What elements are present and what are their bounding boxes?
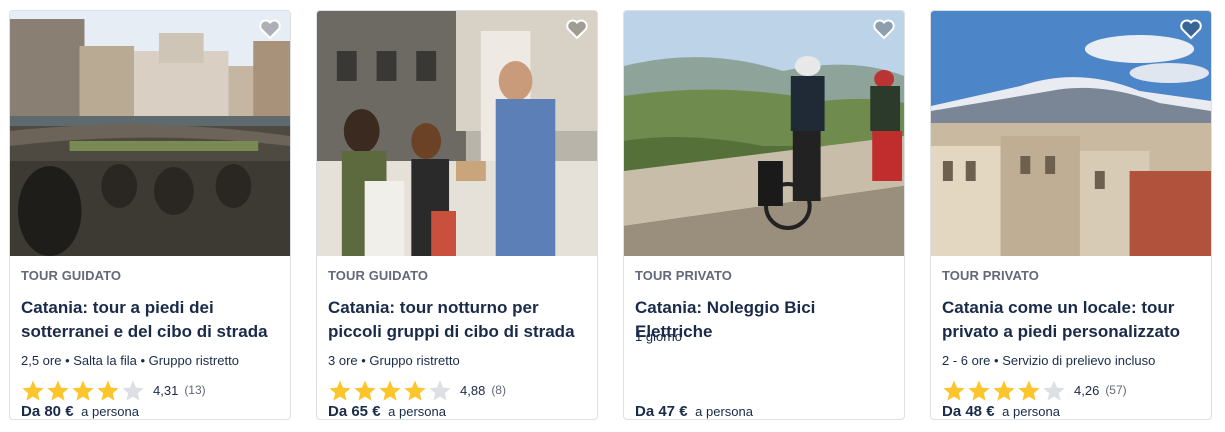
star-filled-icon <box>47 380 69 401</box>
price: Da 48 € a persona <box>942 403 1060 420</box>
star-filled-icon <box>943 380 965 401</box>
price: Da 65 € a persona <box>328 403 446 420</box>
star-filled-icon <box>329 380 351 401</box>
star-filled-icon <box>379 380 401 401</box>
activity-card[interactable]: TOUR PRIVATO Catania come un locale: tou… <box>930 10 1212 420</box>
review-count: (57) <box>1105 383 1127 397</box>
price-unit: a persona <box>388 404 446 419</box>
price-amount: Da 48 € <box>942 403 995 420</box>
star-filled-icon <box>404 380 426 401</box>
star-empty-icon <box>429 380 451 401</box>
activity-photo[interactable] <box>10 11 290 256</box>
price-unit: a persona <box>695 404 753 419</box>
rating: 4,88 (8) <box>328 378 506 402</box>
category-label: TOUR GUIDATO <box>328 268 429 283</box>
wishlist-heart-icon[interactable] <box>1179 18 1203 40</box>
star-empty-icon <box>122 380 144 401</box>
price-unit: a persona <box>1002 404 1060 419</box>
review-count: (8) <box>491 383 506 397</box>
activity-title[interactable]: Catania come un locale: tour privato a p… <box>942 296 1203 344</box>
wishlist-heart-icon[interactable] <box>258 18 282 40</box>
activity-card[interactable]: TOUR PRIVATO Catania: Noleggio Bici Elet… <box>623 10 905 420</box>
category-label: TOUR GUIDATO <box>21 268 122 283</box>
wishlist-heart-icon[interactable] <box>565 18 589 40</box>
star-empty-icon <box>1043 380 1065 401</box>
star-filled-icon <box>1018 380 1040 401</box>
star-filled-icon <box>22 380 44 401</box>
activity-card[interactable]: TOUR GUIDATO Catania: tour notturno per … <box>316 10 598 420</box>
rating: 4,31 (13) <box>21 378 206 402</box>
review-count: (13) <box>184 383 206 397</box>
activity-details: 1 giorno <box>635 329 682 344</box>
activity-card[interactable]: TOUR GUIDATO Catania: tour a piedi dei s… <box>9 10 291 420</box>
rating-value: 4,88 <box>460 382 486 398</box>
price: Da 47 € a persona <box>635 403 753 420</box>
star-filled-icon <box>97 380 119 401</box>
activity-details: 2 - 6 ore • Servizio di prelievo incluso <box>942 353 1156 368</box>
price-amount: Da 65 € <box>328 403 381 420</box>
activity-photo[interactable] <box>931 11 1211 256</box>
rating: 4,26 (57) <box>942 378 1127 402</box>
activity-details: 2,5 ore • Salta la fila • Gruppo ristret… <box>21 353 239 368</box>
category-label: TOUR PRIVATO <box>635 268 733 283</box>
category-label: TOUR PRIVATO <box>942 268 1040 283</box>
star-rating <box>328 379 452 402</box>
activity-photo[interactable] <box>624 11 904 256</box>
star-rating <box>21 379 145 402</box>
price-unit: a persona <box>81 404 139 419</box>
star-rating <box>942 379 1066 402</box>
star-filled-icon <box>72 380 94 401</box>
price-amount: Da 80 € <box>21 403 74 420</box>
activity-photo[interactable] <box>317 11 597 256</box>
activity-title[interactable]: Catania: tour notturno per piccoli grupp… <box>328 296 589 344</box>
star-filled-icon <box>968 380 990 401</box>
wishlist-heart-icon[interactable] <box>872 18 896 40</box>
price: Da 80 € a persona <box>21 403 139 420</box>
star-filled-icon <box>993 380 1015 401</box>
rating-value: 4,26 <box>1074 382 1100 398</box>
price-amount: Da 47 € <box>635 403 688 420</box>
star-filled-icon <box>354 380 376 401</box>
activity-details: 3 ore • Gruppo ristretto <box>328 353 460 368</box>
rating-value: 4,31 <box>153 382 179 398</box>
activity-title[interactable]: Catania: tour a piedi dei sotterranei e … <box>21 296 282 344</box>
